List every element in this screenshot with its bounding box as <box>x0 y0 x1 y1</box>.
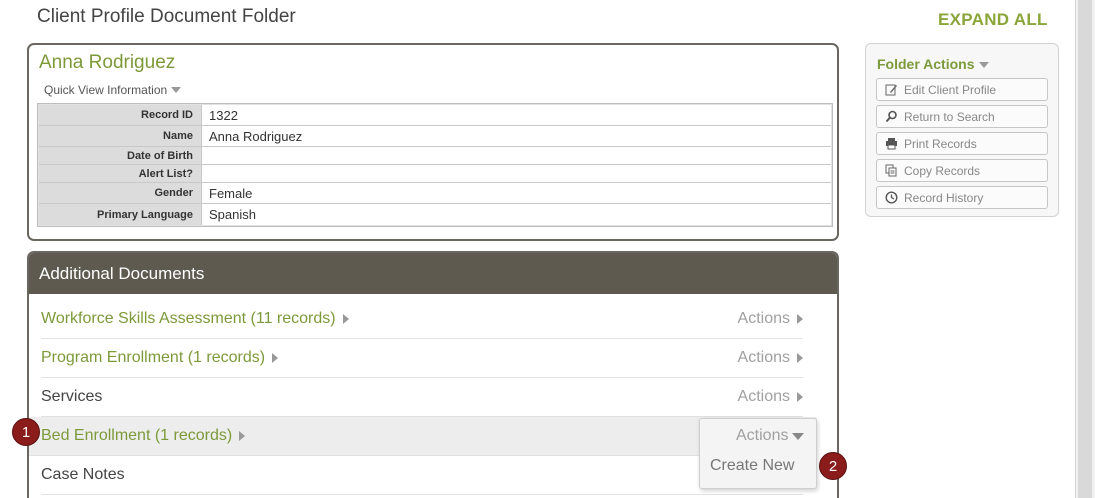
info-row-record-id: Record ID 1322 <box>39 105 831 126</box>
caret-right-icon <box>272 353 279 363</box>
caret-down-icon <box>171 87 182 93</box>
info-value <box>201 147 831 164</box>
doc-link-bed-enrollment[interactable]: Bed Enrollment (1 records) <box>41 427 232 445</box>
doc-row-case-notes: Case Notes <box>41 456 803 495</box>
row-actions-button[interactable]: Actions <box>738 339 803 377</box>
folder-button-label: Copy Records <box>904 163 981 178</box>
folder-actions-title[interactable]: Folder Actions <box>877 56 989 72</box>
quick-view-table: Record ID 1322 Name Anna Rodriguez Date … <box>37 103 833 227</box>
quick-view-label: Quick View Information <box>44 83 168 97</box>
printer-icon <box>885 137 898 150</box>
folder-button-label: Return to Search <box>904 109 995 124</box>
info-value: 1322 <box>201 105 831 125</box>
caret-right-icon <box>797 314 803 324</box>
actions-dropdown-label: Actions <box>736 427 789 444</box>
actions-dropdown-menu: Actions Create New <box>699 418 817 489</box>
caret-right-icon <box>342 314 349 324</box>
search-icon <box>885 110 898 123</box>
edit-client-profile-button[interactable]: Edit Client Profile <box>876 78 1048 101</box>
print-records-button[interactable]: Print Records <box>876 132 1048 155</box>
caret-right-icon <box>239 431 246 441</box>
edit-icon <box>885 83 898 96</box>
doc-row-workforce-skills: Workforce Skills Assessment (11 records)… <box>41 300 803 339</box>
info-row-alert-list: Alert List? <box>39 165 831 183</box>
doc-link-program-enrollment[interactable]: Program Enrollment (1 records) <box>41 349 265 367</box>
info-label: Name <box>39 126 201 146</box>
caret-right-icon <box>797 392 803 402</box>
copy-records-button[interactable]: Copy Records <box>876 159 1048 182</box>
info-value: Spanish <box>201 204 831 225</box>
actions-dropdown-toggle[interactable]: Actions <box>736 427 805 445</box>
caret-down-icon <box>792 432 805 440</box>
clock-icon <box>885 191 898 204</box>
copy-icon <box>885 164 898 177</box>
folder-actions-label: Folder Actions <box>877 56 975 72</box>
info-value: Anna Rodriguez <box>201 126 831 146</box>
info-row-date-of-birth: Date of Birth <box>39 147 831 165</box>
return-to-search-button[interactable]: Return to Search <box>876 105 1048 128</box>
row-actions-button[interactable]: Actions <box>738 378 803 416</box>
expand-all-link[interactable]: EXPAND ALL <box>938 10 1048 30</box>
quick-view-toggle[interactable]: Quick View Information <box>44 83 182 97</box>
info-label: Alert List? <box>39 165 201 182</box>
doc-row-services: Services Actions <box>41 378 803 417</box>
row-actions-label: Actions <box>737 310 790 327</box>
info-row-name: Name Anna Rodriguez <box>39 126 831 147</box>
row-actions-label: Actions <box>737 388 790 405</box>
caret-right-icon <box>797 353 803 363</box>
doc-row-program-enrollment: Program Enrollment (1 records) Actions <box>41 339 803 378</box>
additional-documents-header: Additional Documents <box>29 253 837 294</box>
doc-label-case-notes: Case Notes <box>41 466 125 483</box>
row-actions-button[interactable]: Actions <box>738 300 803 338</box>
folder-button-label: Print Records <box>904 136 977 151</box>
create-new-menu-item[interactable]: Create New <box>710 457 794 475</box>
info-value: Female <box>201 183 831 203</box>
step-badge-1: 1 <box>12 418 40 446</box>
info-label: Record ID <box>39 105 201 125</box>
info-row-gender: Gender Female <box>39 183 831 204</box>
doc-link-workforce-skills[interactable]: Workforce Skills Assessment (11 records) <box>41 310 336 328</box>
info-label: Date of Birth <box>39 147 201 164</box>
info-label: Gender <box>39 183 201 203</box>
folder-button-label: Edit Client Profile <box>904 82 997 97</box>
client-name: Anna Rodriguez <box>39 52 176 73</box>
info-label: Primary Language <box>39 204 201 225</box>
scrollbar-thumb[interactable] <box>1078 0 1092 498</box>
folder-actions-panel: Folder Actions Edit Client Profile Retur… <box>865 43 1059 217</box>
doc-label-services: Services <box>41 388 103 405</box>
row-actions-label: Actions <box>737 349 790 366</box>
step-badge-2: 2 <box>819 452 847 480</box>
page-title: Client Profile Document Folder <box>37 6 296 27</box>
info-value <box>201 165 831 182</box>
client-profile-panel: Anna Rodriguez Quick View Information Re… <box>27 43 839 241</box>
info-row-primary-language: Primary Language Spanish <box>39 204 831 225</box>
caret-down-icon <box>978 62 989 68</box>
record-history-button[interactable]: Record History <box>876 186 1048 209</box>
folder-button-label: Record History <box>904 190 984 205</box>
